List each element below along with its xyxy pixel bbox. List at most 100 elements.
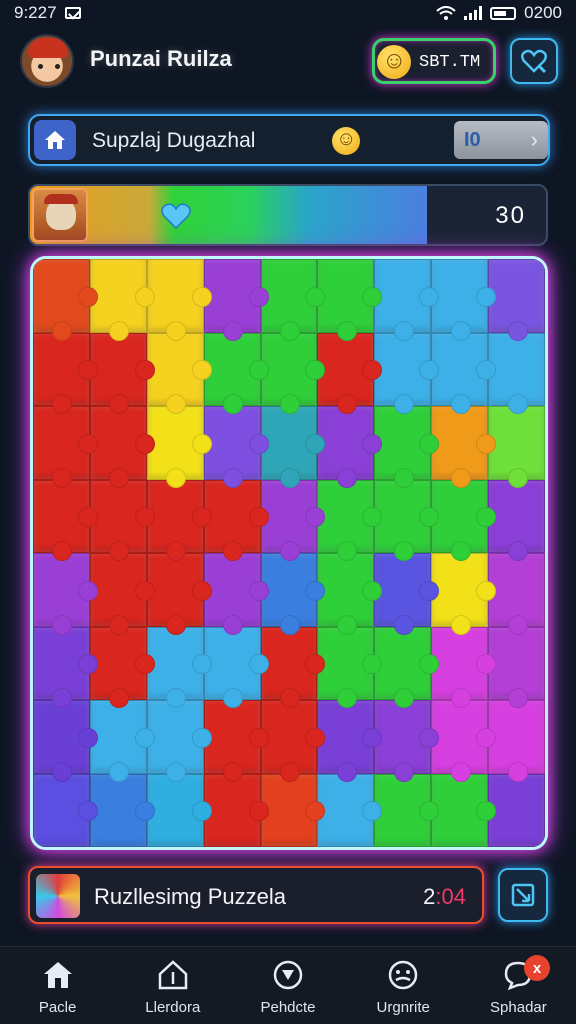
puzzle-piece[interactable] bbox=[146, 479, 212, 561]
puzzle-piece[interactable] bbox=[431, 406, 496, 487]
puzzle-piece[interactable] bbox=[146, 626, 212, 708]
puzzle-piece[interactable] bbox=[317, 406, 383, 487]
nav-item-sphadar[interactable]: x Sphadar bbox=[461, 947, 576, 1024]
puzzle-piece[interactable] bbox=[260, 700, 326, 781]
nav-item-urgnrite[interactable]: Urgnrite bbox=[346, 947, 461, 1024]
puzzle-piece[interactable] bbox=[260, 479, 326, 561]
puzzle-piece[interactable] bbox=[203, 553, 269, 634]
puzzle-piece[interactable] bbox=[260, 406, 326, 487]
puzzle-piece[interactable] bbox=[89, 406, 155, 487]
close-button[interactable] bbox=[498, 868, 548, 922]
puzzle-piece[interactable] bbox=[431, 259, 496, 340]
puzzle-piece[interactable] bbox=[431, 700, 496, 781]
puzzle-piece[interactable] bbox=[89, 479, 155, 561]
puzzle-search-bar[interactable]: Supzlaj Dugazhal I0 › bbox=[28, 114, 550, 166]
puzzle-piece[interactable] bbox=[260, 773, 326, 847]
avatar[interactable] bbox=[20, 34, 74, 88]
puzzle-piece[interactable] bbox=[146, 406, 212, 487]
puzzle-piece[interactable] bbox=[317, 626, 383, 708]
puzzle-piece[interactable] bbox=[260, 332, 326, 414]
puzzle-timer: 2:04 bbox=[423, 884, 466, 910]
character-thumbnail bbox=[32, 188, 88, 242]
puzzle-piece[interactable] bbox=[431, 553, 496, 634]
puzzle-piece[interactable] bbox=[374, 773, 440, 847]
puzzle-grid[interactable] bbox=[33, 259, 545, 847]
puzzle-piece[interactable] bbox=[374, 332, 440, 414]
puzzle-piece[interactable] bbox=[488, 700, 545, 781]
puzzle-piece[interactable] bbox=[374, 700, 440, 781]
puzzle-piece[interactable] bbox=[203, 332, 269, 414]
nav-label: Pacle bbox=[38, 999, 77, 1016]
puzzle-piece[interactable] bbox=[488, 332, 545, 414]
puzzle-thumbnail[interactable] bbox=[36, 874, 80, 918]
puzzle-piece[interactable] bbox=[431, 332, 496, 414]
coin-balance-button[interactable]: SBT.TM bbox=[372, 38, 496, 84]
level-label: I0 bbox=[464, 128, 481, 151]
nav-label: Sphadar bbox=[490, 999, 547, 1016]
timer-prefix: 2 bbox=[423, 884, 436, 909]
home-button[interactable] bbox=[34, 120, 76, 160]
puzzle-piece[interactable] bbox=[374, 259, 440, 340]
battery-icon bbox=[490, 6, 517, 20]
puzzle-piece[interactable] bbox=[33, 259, 98, 340]
nav-item-llerdora[interactable]: Llerdora bbox=[115, 947, 230, 1024]
puzzle-piece[interactable] bbox=[260, 626, 326, 708]
puzzle-piece[interactable] bbox=[146, 773, 212, 847]
puzzle-piece[interactable] bbox=[431, 626, 496, 708]
timer-suffix: :04 bbox=[435, 884, 466, 909]
puzzle-piece[interactable] bbox=[374, 553, 440, 634]
level-selector[interactable]: I0 › bbox=[454, 121, 548, 159]
puzzle-piece[interactable] bbox=[317, 259, 383, 340]
puzzle-piece[interactable] bbox=[146, 553, 212, 634]
puzzle-piece[interactable] bbox=[33, 773, 98, 847]
puzzle-piece[interactable] bbox=[374, 479, 440, 561]
puzzle-piece[interactable] bbox=[488, 626, 545, 708]
nav-item-pacle[interactable]: Pacle bbox=[0, 947, 115, 1024]
puzzle-piece[interactable] bbox=[89, 700, 155, 781]
puzzle-piece[interactable] bbox=[203, 700, 269, 781]
puzzle-piece[interactable] bbox=[33, 406, 98, 487]
puzzle-piece[interactable] bbox=[33, 626, 98, 708]
puzzle-piece[interactable] bbox=[33, 332, 98, 414]
app-title: Punzai Ruilza bbox=[90, 46, 232, 71]
puzzle-piece[interactable] bbox=[146, 259, 212, 340]
puzzle-piece[interactable] bbox=[260, 259, 326, 340]
puzzle-piece[interactable] bbox=[203, 479, 269, 561]
house-outline-icon bbox=[158, 960, 188, 990]
puzzle-piece[interactable] bbox=[89, 259, 155, 340]
puzzle-piece[interactable] bbox=[488, 553, 545, 634]
puzzle-piece[interactable] bbox=[33, 700, 98, 781]
puzzle-piece[interactable] bbox=[203, 406, 269, 487]
puzzle-piece[interactable] bbox=[488, 773, 545, 847]
puzzle-piece[interactable] bbox=[203, 773, 269, 847]
puzzle-piece[interactable] bbox=[488, 406, 545, 487]
puzzle-piece[interactable] bbox=[33, 479, 98, 561]
puzzle-info-bar: Ruzllesimg Puzzela 2:04 bbox=[28, 866, 484, 924]
puzzle-piece[interactable] bbox=[89, 553, 155, 634]
puzzle-piece[interactable] bbox=[260, 553, 326, 634]
puzzle-piece[interactable] bbox=[431, 773, 496, 847]
puzzle-piece[interactable] bbox=[146, 332, 212, 414]
puzzle-piece[interactable] bbox=[374, 626, 440, 708]
puzzle-piece[interactable] bbox=[33, 553, 98, 634]
puzzle-piece[interactable] bbox=[488, 479, 545, 561]
puzzle-piece[interactable] bbox=[431, 479, 496, 561]
puzzle-piece[interactable] bbox=[89, 773, 155, 847]
puzzle-piece[interactable] bbox=[317, 773, 383, 847]
puzzle-piece[interactable] bbox=[488, 259, 545, 340]
puzzle-piece[interactable] bbox=[374, 406, 440, 487]
puzzle-piece[interactable] bbox=[317, 332, 383, 414]
puzzle-piece[interactable] bbox=[203, 626, 269, 708]
puzzle-piece[interactable] bbox=[89, 626, 155, 708]
puzzle-board[interactable] bbox=[30, 256, 548, 850]
puzzle-piece[interactable] bbox=[317, 479, 383, 561]
favorites-button[interactable] bbox=[510, 38, 558, 84]
puzzle-piece[interactable] bbox=[146, 700, 212, 781]
nav-item-pehdcte[interactable]: Pehdcte bbox=[230, 947, 345, 1024]
puzzle-piece[interactable] bbox=[203, 259, 269, 340]
progress-value: 30 bbox=[495, 202, 526, 229]
puzzle-piece[interactable] bbox=[317, 700, 383, 781]
puzzle-piece[interactable] bbox=[317, 553, 383, 634]
home-icon bbox=[45, 131, 65, 149]
puzzle-piece[interactable] bbox=[89, 332, 155, 414]
